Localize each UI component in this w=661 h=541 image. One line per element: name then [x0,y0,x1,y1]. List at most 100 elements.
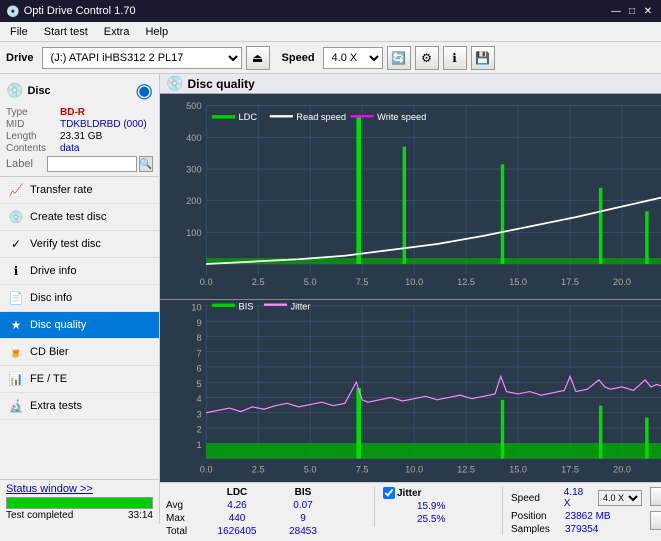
refresh-button[interactable]: 🔄 [387,46,411,70]
disc-label-label: Label [6,158,45,170]
create-test-disc-icon: 💿 [8,209,24,225]
max-label: Max [166,513,196,524]
disc-label-button[interactable]: 🔍 [139,156,153,172]
nav-extra-tests[interactable]: 🔬 Extra tests [0,393,159,420]
fe-te-icon: 📊 [8,371,24,387]
menu-help[interactable]: Help [139,24,174,40]
svg-text:17.5: 17.5 [561,465,579,475]
minimize-button[interactable]: — [609,4,623,18]
avg-bis: 0.07 [278,500,328,511]
drive-select[interactable]: (J:) ATAPI iHBS312 2 PL17 [42,47,242,69]
cd-bier-icon: 🍺 [8,344,24,360]
nav-transfer-rate-label: Transfer rate [30,184,93,196]
nav-verify-test-disc[interactable]: ✓ Verify test disc [0,231,159,258]
upper-chart-svg: 500 400 300 200 100 18X 16X 14X 12X 10X … [160,94,661,299]
disc-label-input[interactable] [47,156,137,172]
svg-text:3: 3 [196,410,201,420]
menubar: File Start test Extra Help [0,22,661,42]
svg-text:200: 200 [186,196,201,206]
disc-info-icon: 📄 [8,290,24,306]
toolbar: Drive (J:) ATAPI iHBS312 2 PL17 ⏏ Speed … [0,42,661,74]
speed-stat-value: 4.18 X [564,487,592,509]
settings-button[interactable]: ⚙ [415,46,439,70]
svg-text:5.0: 5.0 [304,465,317,475]
disc-mid-row: MID TDKBLDRBD (000) [6,119,153,130]
disc-length-label: Length [6,131,58,142]
start-part-button[interactable]: Start part [650,511,661,530]
disc-type-label: Type [6,107,58,118]
svg-text:10.0: 10.0 [405,277,423,287]
progress-bar-container [6,497,153,509]
nav-create-test-disc[interactable]: 💿 Create test disc [0,204,159,231]
main-layout: 💿 Disc ◉ Type BD-R MID TDKBLDRBD (000) L… [0,74,661,524]
eject-button[interactable]: ⏏ [246,46,270,70]
svg-text:20.0: 20.0 [613,465,631,475]
svg-text:100: 100 [186,228,201,238]
svg-text:7: 7 [196,348,201,358]
drive-info-icon: ℹ [8,263,24,279]
svg-text:12.5: 12.5 [457,465,475,475]
save-button[interactable]: 💾 [471,46,495,70]
svg-text:2: 2 [196,425,201,435]
bis-header: BIS [278,487,328,498]
chart-header: 💿 Disc quality [160,74,661,94]
nav-disc-quality[interactable]: ★ Disc quality [0,312,159,339]
close-button[interactable]: ✕ [641,4,655,18]
extra-tests-icon: 🔬 [8,398,24,414]
avg-jitter: 15.9% [417,501,445,512]
svg-text:6: 6 [196,364,201,374]
upper-chart: 500 400 300 200 100 18X 16X 14X 12X 10X … [160,94,661,300]
ldc-header: LDC [212,487,262,498]
nav-fe-te[interactable]: 📊 FE / TE [0,366,159,393]
total-bis: 28453 [278,526,328,537]
disc-icon: 💿 [6,82,23,99]
svg-text:500: 500 [186,101,201,111]
jitter-checkbox[interactable] [383,487,395,499]
nav-cd-bier-label: CD Bier [30,346,69,358]
nav-disc-info-label: Disc info [30,292,72,304]
status-text: Test completed [6,510,73,521]
nav-drive-info[interactable]: ℹ Drive info [0,258,159,285]
nav-cd-bier[interactable]: 🍺 CD Bier [0,339,159,366]
samples-label: Samples [511,524,561,535]
svg-text:Read speed: Read speed [296,112,346,122]
nav-drive-info-label: Drive info [30,265,76,277]
app-icon: 💿 [6,5,20,18]
speed-stat-select[interactable]: 4.0 X [598,490,642,506]
svg-text:Jitter: Jitter [291,301,311,311]
stats-section: LDC BIS Avg 4.26 0.07 Max 440 9 Total [160,482,661,541]
position-label: Position [511,511,561,522]
menu-start-test[interactable]: Start test [38,24,94,40]
svg-text:8: 8 [196,333,201,343]
menu-file[interactable]: File [4,24,34,40]
svg-text:2.5: 2.5 [252,465,265,475]
svg-text:2.5: 2.5 [252,277,265,287]
disc-type-row: Type BD-R [6,107,153,118]
nav-extra-tests-label: Extra tests [30,400,82,412]
svg-text:15.0: 15.0 [509,465,527,475]
left-panel: 💿 Disc ◉ Type BD-R MID TDKBLDRBD (000) L… [0,74,160,524]
transfer-rate-icon: 📈 [8,182,24,198]
nav-disc-info[interactable]: 📄 Disc info [0,285,159,312]
disc-section: 💿 Disc ◉ Type BD-R MID TDKBLDRBD (000) L… [0,74,159,177]
jitter-header: Jitter [397,488,421,499]
disc-contents-label: Contents [6,143,58,154]
svg-text:300: 300 [186,164,201,174]
svg-text:0.0: 0.0 [200,277,213,287]
speed-select[interactable]: 4.0 X [323,47,383,69]
info-button[interactable]: ℹ [443,46,467,70]
total-ldc: 1626405 [212,526,262,537]
menu-extra[interactable]: Extra [98,24,136,40]
position-value: 23862 MB [565,511,611,522]
nav-create-test-disc-label: Create test disc [30,211,106,223]
nav-fe-te-label: FE / TE [30,373,67,385]
maximize-button[interactable]: □ [625,4,639,18]
status-window-link[interactable]: Status window >> [6,483,93,495]
lower-chart-svg: 10 9 8 7 6 5 4 3 2 1 40% 32% 24% 16% 8% … [160,300,661,482]
start-full-button[interactable]: Start full [650,487,661,506]
svg-text:Write speed: Write speed [377,112,426,122]
nav-transfer-rate[interactable]: 📈 Transfer rate [0,177,159,204]
svg-text:BIS: BIS [239,301,254,311]
nav-disc-quality-label: Disc quality [30,319,86,331]
svg-text:400: 400 [186,133,201,143]
